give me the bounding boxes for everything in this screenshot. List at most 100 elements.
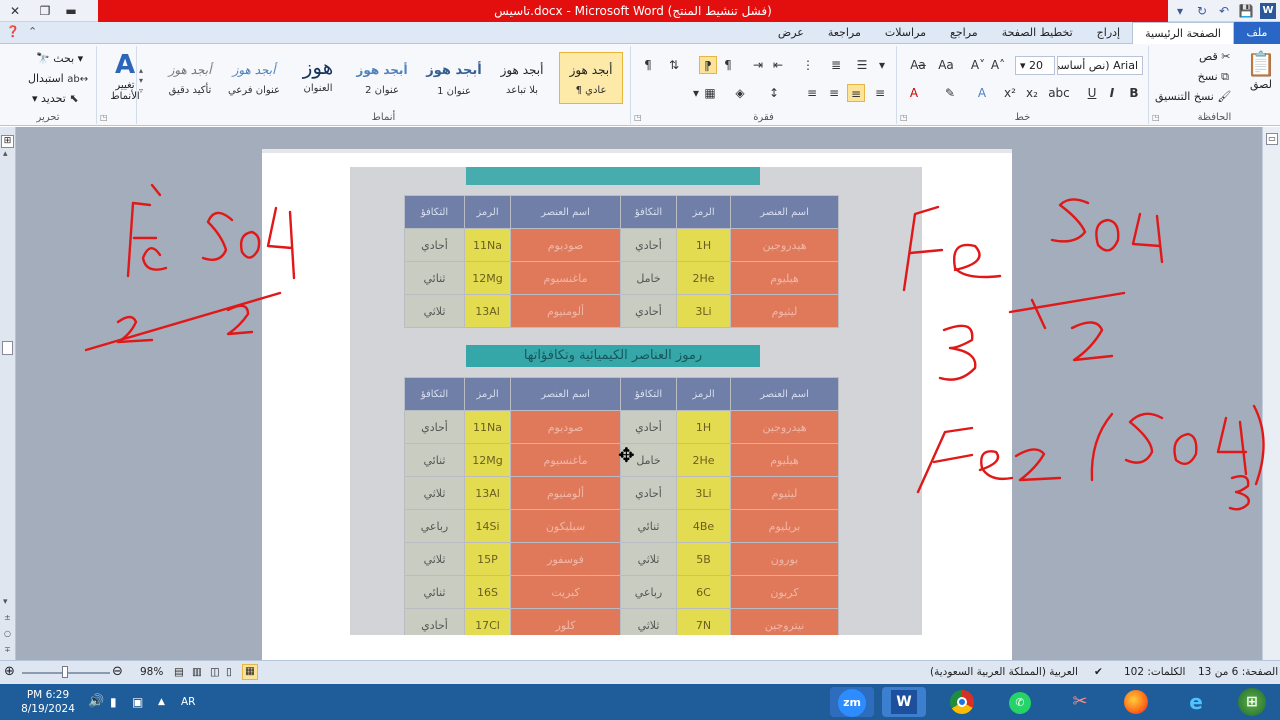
- scroll-down-icon[interactable]: ▾: [3, 597, 8, 607]
- shading-icon[interactable]: ◈: [731, 84, 749, 102]
- tab-mailings[interactable]: مراسلات: [873, 22, 938, 44]
- tab-home[interactable]: الصفحة الرئيسية: [1132, 22, 1234, 45]
- show-formatting-icon[interactable]: ¶: [639, 56, 657, 74]
- style-normal[interactable]: أبجد هوز ¶ عادي: [559, 52, 623, 104]
- start-button[interactable]: ⊞: [1230, 687, 1274, 717]
- center-align-icon[interactable]: ≡: [847, 84, 865, 102]
- volume-icon[interactable]: 🔊: [88, 684, 104, 720]
- outline-view-icon[interactable]: ▥: [192, 666, 202, 678]
- inserted-image[interactable]: التكافؤ الرمز اسم العنصر التكافؤ الرمز ا…: [350, 167, 922, 635]
- ruler-view-icon[interactable]: ▭: [1266, 133, 1278, 145]
- clock[interactable]: PM 6:29 8/19/2024: [14, 688, 82, 720]
- tab-insert[interactable]: إدراج: [1085, 22, 1132, 44]
- find-button[interactable]: 🔭 بحث ▾: [36, 52, 83, 65]
- restore-window-icon[interactable]: ❐: [30, 4, 60, 18]
- zoom-out-icon[interactable]: ⊖: [112, 664, 123, 679]
- tab-file[interactable]: ملف: [1234, 22, 1280, 44]
- paste-button[interactable]: 📋 لصق: [1245, 50, 1277, 91]
- grow-font-icon[interactable]: A˄: [989, 56, 1007, 74]
- paragraph-launcher-icon[interactable]: ◳: [634, 113, 642, 122]
- font-launcher-icon[interactable]: ◳: [900, 113, 908, 122]
- minimize-window-icon[interactable]: ▬: [60, 4, 82, 18]
- save-icon[interactable]: 💾: [1235, 4, 1257, 18]
- strikethrough-icon[interactable]: abc: [1047, 84, 1071, 102]
- web-layout-icon[interactable]: ◫: [210, 666, 220, 678]
- scroll-up-icon[interactable]: ▴: [3, 149, 8, 159]
- styles-launcher-icon[interactable]: ◳: [100, 113, 108, 122]
- show-hidden-icons-icon[interactable]: ▲: [158, 684, 165, 720]
- firefox-icon[interactable]: [1114, 687, 1158, 717]
- style-heading-1[interactable]: أبجد هوز عنوان 1: [423, 52, 485, 104]
- align-left-icon[interactable]: ≡: [871, 84, 889, 102]
- reading-view-icon[interactable]: ▯: [226, 666, 232, 678]
- input-language[interactable]: AR: [181, 684, 195, 720]
- battery-icon[interactable]: ▣: [132, 684, 143, 720]
- borders-icon[interactable]: ▦: [701, 84, 719, 102]
- word-count[interactable]: الكلمات: 102: [1124, 666, 1185, 678]
- change-case-icon[interactable]: Aa: [933, 56, 959, 74]
- underline-icon[interactable]: U: [1083, 84, 1101, 102]
- text-effects-icon[interactable]: A: [973, 84, 991, 102]
- replace-button[interactable]: استبدال ab↔: [28, 72, 88, 85]
- copy-button[interactable]: نسخ ⧉: [1193, 70, 1229, 84]
- tab-review[interactable]: مراجعة: [816, 22, 873, 44]
- proofing-icon[interactable]: ✔: [1094, 666, 1103, 678]
- ltr-direction-icon[interactable]: ¶: [719, 56, 737, 74]
- taskbar-zoom-app[interactable]: zm: [830, 687, 874, 717]
- subscript-icon[interactable]: x₂: [1023, 84, 1041, 102]
- tab-view[interactable]: عرض: [766, 22, 816, 44]
- print-layout-icon[interactable]: ▦: [242, 664, 258, 680]
- font-size-select[interactable]: ▾ 20: [1015, 56, 1055, 75]
- bullets-icon[interactable]: ☰: [853, 56, 871, 74]
- redo-icon[interactable]: ↻: [1191, 4, 1213, 18]
- styles-scroll-icon[interactable]: ▴ ▾ ▿: [139, 66, 143, 96]
- style-subtle-emphasis[interactable]: أبجد هوز تأكيد دقيق: [159, 52, 221, 104]
- close-window-icon[interactable]: ✕: [0, 4, 30, 18]
- tab-page-layout[interactable]: تخطيط الصفحة: [990, 22, 1085, 44]
- justify-icon[interactable]: ≡: [803, 84, 821, 102]
- multilevel-list-icon[interactable]: ⋮: [799, 56, 817, 74]
- zoom-in-icon[interactable]: ⊕: [4, 664, 15, 679]
- style-no-spacing[interactable]: أبجد هوز بلا تباعد: [491, 52, 553, 104]
- internet-explorer-icon[interactable]: e: [1174, 687, 1218, 717]
- previous-page-icon[interactable]: ±: [4, 613, 11, 622]
- font-name-select[interactable]: Arial (نص أساسي): [1057, 56, 1143, 75]
- superscript-icon[interactable]: x²: [1001, 84, 1019, 102]
- page-number[interactable]: الصفحة: 6 من 13: [1198, 666, 1278, 678]
- customize-qat-icon[interactable]: ▾: [1169, 4, 1191, 18]
- clear-formatting-icon[interactable]: Aa̶: [905, 56, 931, 74]
- snipping-tool-icon[interactable]: ✂: [1058, 687, 1102, 717]
- clipboard-launcher-icon[interactable]: ◳: [1152, 113, 1160, 122]
- next-page-icon[interactable]: ∓: [4, 645, 11, 654]
- vertical-scrollbar[interactable]: ▭: [1262, 127, 1280, 660]
- line-spacing-icon[interactable]: ↕: [765, 84, 783, 102]
- network-icon[interactable]: ▮: [110, 684, 117, 720]
- chrome-icon[interactable]: [940, 687, 984, 717]
- document-page[interactable]: التكافؤ الرمز اسم العنصر التكافؤ الرمز ا…: [262, 153, 1012, 660]
- style-heading-2[interactable]: أبجد هوز عنوان 2: [351, 52, 413, 104]
- left-scroll-thumb[interactable]: [2, 341, 13, 355]
- highlight-icon[interactable]: ✎: [941, 84, 959, 102]
- rtl-direction-icon[interactable]: ⁋: [699, 56, 717, 74]
- decrease-indent-icon[interactable]: ⇤: [769, 56, 787, 74]
- draft-view-icon[interactable]: ▤: [174, 666, 184, 678]
- undo-icon[interactable]: ↶: [1213, 4, 1235, 18]
- minimize-ribbon-icon[interactable]: ⌃: [28, 25, 37, 38]
- language-status[interactable]: العربية (المملكة العربية السعودية): [930, 666, 1078, 678]
- help-icon[interactable]: ❓: [6, 25, 20, 38]
- numbering-icon[interactable]: ≣: [827, 56, 845, 74]
- italic-icon[interactable]: I: [1103, 84, 1121, 102]
- zoom-slider-thumb[interactable]: [62, 666, 68, 678]
- format-painter-button[interactable]: نسخ التنسيق 🖌: [1155, 90, 1231, 103]
- browse-object-icon[interactable]: ○: [4, 629, 11, 638]
- select-button[interactable]: ▾ تحديد ⬉: [32, 92, 79, 105]
- font-color-icon[interactable]: A: [905, 84, 923, 102]
- bullets-dropdown-icon[interactable]: ▾: [873, 56, 891, 74]
- align-right-icon[interactable]: ≡: [825, 84, 843, 102]
- cut-button[interactable]: قص ✂: [1199, 50, 1230, 63]
- bold-icon[interactable]: B: [1125, 84, 1143, 102]
- whatsapp-icon[interactable]: ✆: [998, 687, 1042, 717]
- ruler-toggle-icon[interactable]: ⊞: [1, 135, 14, 148]
- tab-references[interactable]: مراجع: [938, 22, 990, 44]
- increase-indent-icon[interactable]: ⇥: [749, 56, 767, 74]
